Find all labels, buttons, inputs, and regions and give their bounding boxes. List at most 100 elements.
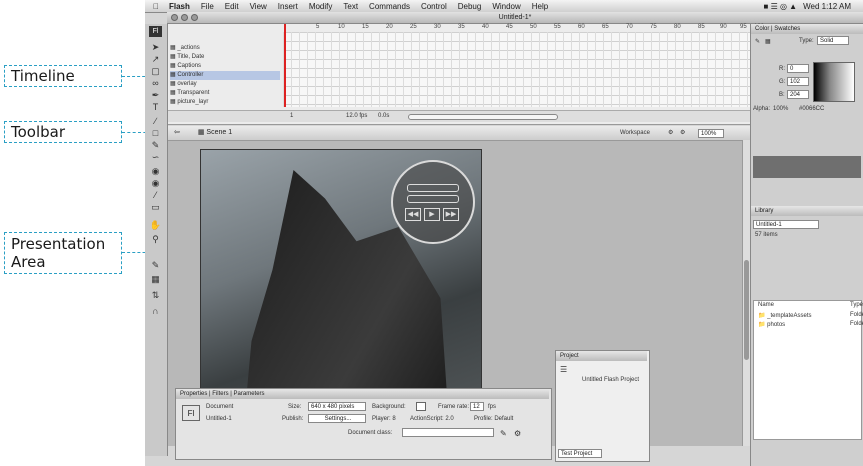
library-document-select[interactable]: Untitled-1 bbox=[753, 220, 819, 229]
rectangle-tool-icon[interactable]: □ bbox=[149, 128, 162, 139]
eyedropper-icon[interactable]: ⁄ bbox=[149, 190, 162, 201]
ink-bottle-icon[interactable]: ◉ bbox=[149, 166, 162, 177]
edit-class-icon[interactable]: ✎ bbox=[500, 429, 507, 438]
library-item[interactable]: 📁 photos bbox=[758, 321, 785, 328]
eraser-icon[interactable]: ▭ bbox=[149, 202, 162, 213]
alpha-label: Alpha: bbox=[753, 106, 771, 112]
text-tool-icon[interactable]: T bbox=[149, 102, 162, 113]
type-select[interactable]: Solid bbox=[817, 36, 849, 45]
subselection-tool-icon[interactable]: ↗ bbox=[149, 54, 162, 65]
settings-button[interactable]: Settings... bbox=[308, 414, 366, 423]
menu-edit[interactable]: Edit bbox=[225, 2, 239, 11]
back-arrow-icon[interactable]: ⇦ bbox=[174, 129, 180, 136]
fast-forward-button[interactable]: ▶▶ bbox=[443, 208, 459, 221]
fill-color-icon[interactable]: ▦ bbox=[149, 274, 162, 285]
swap-colors-icon[interactable]: ⇅ bbox=[149, 290, 162, 301]
menu-text[interactable]: Text bbox=[343, 2, 358, 11]
timeline-layer[interactable]: ▦ Captions bbox=[170, 62, 201, 71]
library-col-type[interactable]: Type bbox=[850, 302, 863, 308]
tab-color[interactable]: Color bbox=[755, 26, 769, 32]
timeline-layer[interactable]: ▦ Transparent bbox=[170, 89, 209, 98]
edit-symbol-icon[interactable]: ⚙ bbox=[680, 126, 685, 140]
lasso-tool-icon[interactable]: ∞ bbox=[149, 78, 162, 89]
minimize-window-button[interactable] bbox=[181, 14, 188, 21]
timeline-hscroll[interactable] bbox=[408, 114, 558, 120]
menu-app[interactable]: Flash bbox=[169, 2, 190, 11]
hand-tool-icon[interactable]: ✋ bbox=[149, 220, 162, 231]
menu-window[interactable]: Window bbox=[492, 2, 520, 11]
size-button[interactable]: 640 x 480 pixels bbox=[308, 402, 366, 411]
frame-rate-field[interactable]: 12 bbox=[470, 402, 484, 411]
elapsed-time: 0.0s bbox=[378, 113, 390, 119]
document-title-bar: Untitled-1* bbox=[167, 12, 863, 24]
menu-view[interactable]: View bbox=[250, 2, 267, 11]
rewind-button[interactable]: ◀◀ bbox=[405, 208, 421, 221]
brush-tool-icon[interactable]: ∽ bbox=[149, 152, 162, 163]
workspace-menu[interactable]: Workspace bbox=[620, 126, 650, 140]
player-volume-bar[interactable] bbox=[407, 195, 459, 203]
pencil-tool-icon[interactable]: ✎ bbox=[149, 140, 162, 151]
zoom-tool-icon[interactable]: ⚲ bbox=[149, 234, 162, 245]
apple-icon[interactable]:  bbox=[153, 2, 159, 11]
player-progress-bar[interactable] bbox=[407, 184, 459, 192]
menu-control[interactable]: Control bbox=[421, 2, 447, 11]
menu-commands[interactable]: Commands bbox=[369, 2, 410, 11]
properties-panel: Properties | Filters | Parameters Fl Doc… bbox=[175, 388, 552, 460]
tab-parameters[interactable]: Parameters bbox=[234, 391, 265, 397]
help-icon[interactable]: ⚙ bbox=[514, 429, 521, 438]
library-item-type: Folder bbox=[850, 312, 863, 318]
menu-debug[interactable]: Debug bbox=[458, 2, 482, 11]
video-player-overlay[interactable]: ◀◀ ▶ ▶▶ bbox=[391, 160, 475, 244]
tab-swatches[interactable]: Swatches bbox=[774, 26, 800, 32]
free-transform-tool-icon[interactable]: ▢ bbox=[149, 66, 162, 77]
r-field[interactable]: 0 bbox=[787, 64, 809, 73]
fill-icon[interactable]: ▦ bbox=[765, 38, 771, 45]
scene-label[interactable]: Scene 1 bbox=[206, 129, 232, 136]
menu-modify[interactable]: Modify bbox=[309, 2, 333, 11]
timeline-frames-grid[interactable] bbox=[283, 32, 763, 107]
library-list: Name Type 📁 _templateAssets Folder 📁 pho… bbox=[753, 300, 863, 440]
timeline-layer[interactable]: ▦ Title, Date bbox=[170, 53, 204, 62]
player-version: Player: 8 bbox=[372, 416, 396, 422]
paint-bucket-icon[interactable]: ◉ bbox=[149, 178, 162, 189]
stroke-icon[interactable]: ✎ bbox=[755, 38, 760, 45]
stroke-color-icon[interactable]: ✎ bbox=[149, 260, 162, 271]
selection-tool-icon[interactable]: ➤ bbox=[149, 42, 162, 53]
zoom-window-button[interactable] bbox=[191, 14, 198, 21]
library-item[interactable]: 📁 _templateAssets bbox=[758, 312, 812, 319]
tab-filters[interactable]: Filters bbox=[212, 391, 228, 397]
alpha-value[interactable]: 100% bbox=[773, 106, 788, 112]
snap-icon[interactable]: ∩ bbox=[149, 306, 162, 317]
menu-file[interactable]: File bbox=[201, 2, 214, 11]
playhead[interactable] bbox=[284, 24, 286, 107]
background-label: Background: bbox=[372, 404, 406, 410]
project-title[interactable]: Untitled Flash Project bbox=[582, 377, 639, 383]
zoom-field[interactable]: 100% bbox=[698, 129, 724, 138]
background-color-swatch[interactable] bbox=[416, 402, 426, 411]
toolbar-callout: Toolbar bbox=[4, 121, 122, 143]
pen-tool-icon[interactable]: ✒ bbox=[149, 90, 162, 101]
close-window-button[interactable] bbox=[171, 14, 178, 21]
menu-help[interactable]: Help bbox=[532, 2, 548, 11]
tab-properties[interactable]: Properties bbox=[180, 391, 207, 397]
timeline-layer-selected[interactable]: ▦ Controller bbox=[170, 71, 280, 80]
edit-scene-icon[interactable]: ⚙ bbox=[668, 126, 673, 140]
timeline-layer[interactable]: ▦ overlay bbox=[170, 80, 197, 89]
document-class-field[interactable] bbox=[402, 428, 494, 437]
test-project-button[interactable]: Test Project bbox=[558, 449, 602, 458]
timeline-layer[interactable]: ▦ picture_layr bbox=[170, 98, 208, 107]
play-button[interactable]: ▶ bbox=[424, 208, 440, 221]
stage-scroll-thumb[interactable] bbox=[744, 260, 749, 360]
b-field[interactable]: 204 bbox=[787, 90, 809, 99]
tab-library[interactable]: Library bbox=[755, 208, 773, 214]
g-field[interactable]: 102 bbox=[787, 77, 809, 86]
frame-number: 75 bbox=[650, 24, 657, 30]
timeline-footer: 1 12.0 fps 0.0s bbox=[168, 110, 764, 122]
tab-project[interactable]: Project bbox=[560, 353, 579, 359]
hex-value[interactable]: #0066CC bbox=[799, 106, 824, 112]
color-gradient-picker[interactable] bbox=[813, 62, 855, 102]
library-col-name[interactable]: Name bbox=[758, 302, 774, 308]
timeline-layer[interactable]: ▦ _actions bbox=[170, 44, 200, 53]
menu-insert[interactable]: Insert bbox=[278, 2, 298, 11]
line-tool-icon[interactable]: ∕ bbox=[149, 116, 162, 127]
